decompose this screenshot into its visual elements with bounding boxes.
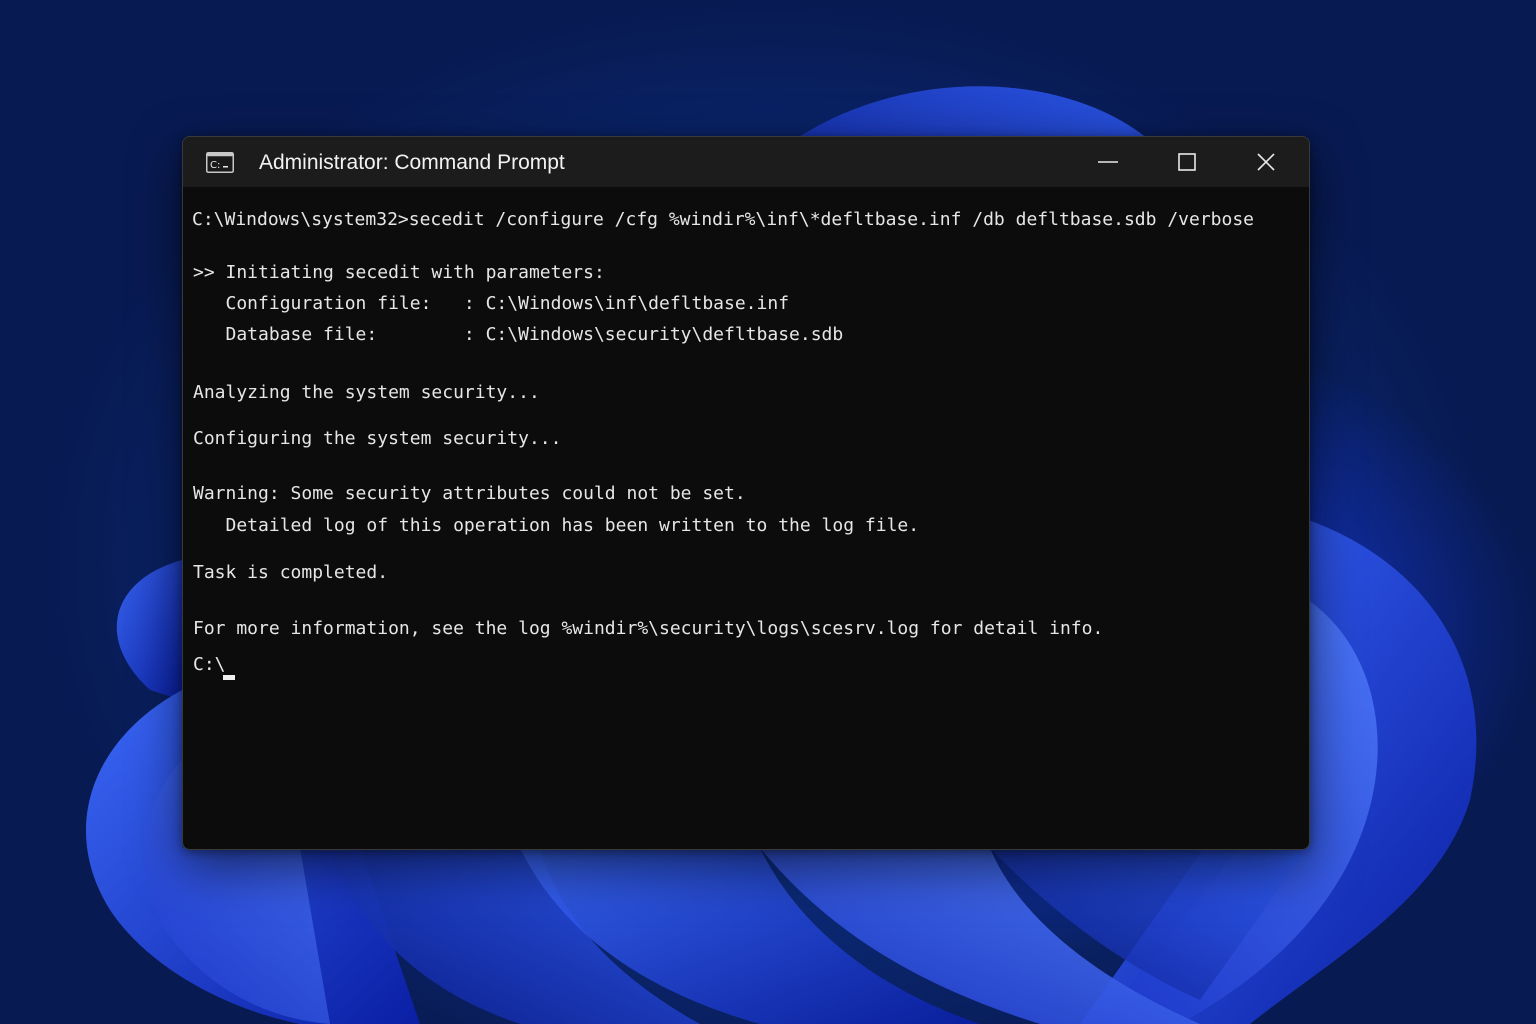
command-line: C:\Windows\system32>secedit /configure /… xyxy=(192,209,1255,230)
maximize-button[interactable] xyxy=(1148,137,1226,187)
command-prompt-window[interactable]: C: Administrator: Command Prompt C:\Wind… xyxy=(182,136,1310,850)
configuring-line: Configuring the system security... xyxy=(193,428,562,449)
warning-line: Warning: Some security attributes could … xyxy=(193,483,746,504)
minimize-icon xyxy=(1098,161,1118,163)
close-icon xyxy=(1257,153,1275,171)
init-line: >> Initiating secedit with parameters: xyxy=(193,262,605,283)
database-file-line: Database file: : C:\Windows\security\def… xyxy=(193,324,844,345)
completed-line: Task is completed. xyxy=(193,562,389,583)
maximize-icon xyxy=(1178,153,1196,171)
minimize-button[interactable] xyxy=(1069,137,1147,187)
close-button[interactable] xyxy=(1227,137,1305,187)
console-output[interactable]: C:\Windows\system32>secedit /configure /… xyxy=(183,187,1309,849)
config-file-line: Configuration file: : C:\Windows\inf\def… xyxy=(193,293,790,314)
title-bar[interactable]: C: Administrator: Command Prompt xyxy=(183,137,1309,187)
text-cursor xyxy=(223,675,235,680)
detail-line: Detailed log of this operation has been … xyxy=(193,515,920,536)
cmd-icon: C: xyxy=(206,152,234,173)
more-info-line: For more information, see the log %windi… xyxy=(193,618,1104,639)
analyzing-line: Analyzing the system security... xyxy=(193,382,540,403)
svg-text:C:: C: xyxy=(210,160,220,171)
window-title: Administrator: Command Prompt xyxy=(259,151,565,174)
prompt-line[interactable]: C:\ xyxy=(193,654,226,676)
